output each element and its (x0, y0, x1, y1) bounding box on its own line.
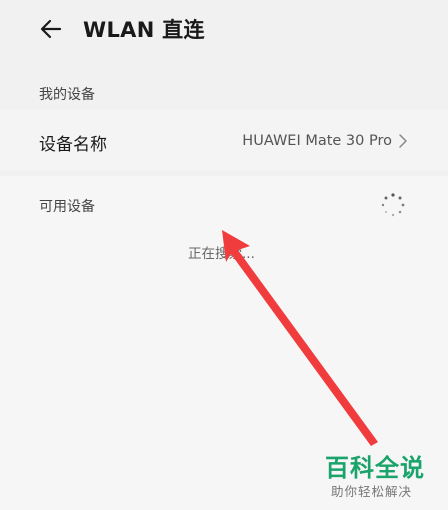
available-devices-section-label: 可用设备 (39, 199, 95, 215)
title-bar: WLAN 直连 (0, 0, 448, 64)
watermark-tagline: 助你轻松解决 (331, 484, 413, 499)
chevron-right-icon (399, 134, 407, 148)
loading-spinner-icon (381, 193, 405, 217)
searching-status-text: 正在搜索... (188, 246, 255, 262)
page-title: WLAN 直连 (83, 18, 205, 42)
device-name-row[interactable]: 设备名称 HUAWEI Mate 30 Pro (0, 110, 448, 171)
back-arrow-icon[interactable] (38, 16, 64, 42)
device-name-label: 设备名称 (39, 135, 107, 155)
device-name-value: HUAWEI Mate 30 Pro (242, 133, 392, 149)
watermark-brand: 百科全说 (325, 454, 425, 482)
my-devices-section-label: 我的设备 (39, 87, 95, 103)
